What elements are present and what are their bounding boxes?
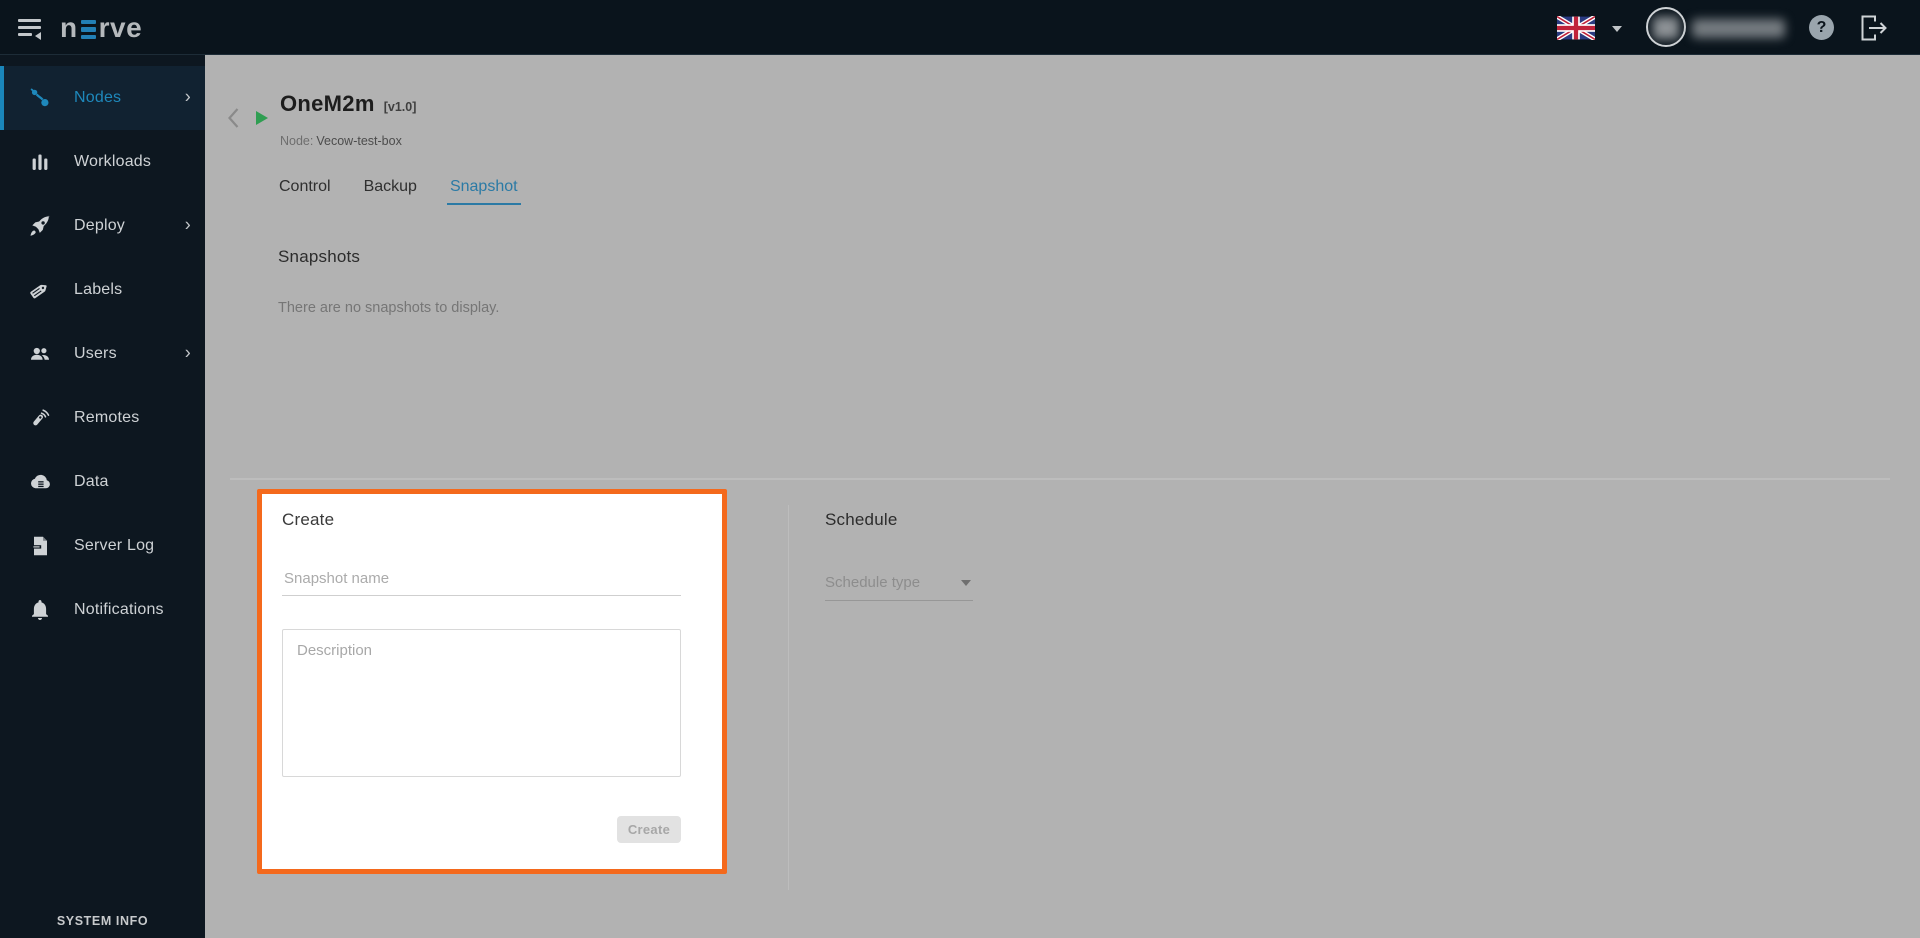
menu-toggle-icon[interactable]: [18, 19, 44, 37]
tab-snapshot[interactable]: Snapshot: [447, 178, 521, 205]
tab-bar: Control Backup Snapshot: [276, 178, 521, 205]
sidebar-item-label: Deploy: [74, 217, 125, 235]
sidebar-item-label: Data: [74, 473, 109, 491]
deploy-rocket-icon: [28, 214, 52, 238]
snapshots-heading: Snapshots: [278, 247, 360, 267]
sidebar-item-label: Users: [74, 345, 117, 363]
help-glyph: ?: [1817, 19, 1827, 37]
snapshot-name-input[interactable]: [282, 566, 681, 596]
node-label: Node:: [280, 134, 313, 148]
sidebar-item-label: Nodes: [74, 89, 121, 107]
sidebar-item-remotes[interactable]: Remotes: [0, 386, 205, 450]
create-snapshot-card: Create Create: [257, 489, 727, 874]
snapshot-description-textarea[interactable]: [282, 629, 681, 777]
brand-logo: n rve: [60, 0, 142, 55]
workload-running-play-icon: [256, 111, 268, 125]
brand-logo-rve: rve: [99, 12, 143, 44]
server-log-document-icon: [28, 534, 52, 558]
sidebar-item-workloads[interactable]: Workloads: [0, 130, 205, 194]
chevron-down-icon: [961, 580, 971, 586]
sidebar-item-label: Workloads: [74, 153, 151, 171]
back-chevron-icon[interactable]: [227, 107, 240, 129]
workloads-icon: [28, 150, 52, 174]
vertical-divider: [788, 505, 789, 890]
create-snapshot-button[interactable]: Create: [617, 816, 681, 843]
workload-node-line: Node:Vecow-test-box: [280, 134, 402, 148]
system-info-link[interactable]: SYSTEM INFO: [0, 914, 205, 928]
schedule-section: Schedule Schedule type: [825, 510, 973, 601]
sidebar-item-deploy[interactable]: Deploy ›: [0, 194, 205, 258]
sidebar-item-label: Remotes: [74, 409, 139, 427]
language-flag-uk-icon[interactable]: [1557, 16, 1595, 40]
topbar: n rve ?: [0, 0, 1920, 55]
remotes-icon: [28, 406, 52, 430]
sidebar-item-users[interactable]: Users ›: [0, 322, 205, 386]
create-button-row: Create: [282, 816, 681, 843]
snapshots-empty-message: There are no snapshots to display.: [278, 300, 499, 316]
sidebar: Nodes › Workloads: [0, 55, 205, 938]
user-avatar[interactable]: [1646, 7, 1686, 47]
tab-control[interactable]: Control: [276, 178, 334, 205]
tab-backup[interactable]: Backup: [361, 178, 420, 205]
workload-version: [v1.0]: [384, 100, 417, 114]
workload-title-row: OneM2m [v1.0]: [280, 91, 416, 117]
notifications-bell-icon: [28, 598, 52, 622]
avatar-initials-blurred: [1653, 17, 1679, 39]
workload-title: OneM2m: [280, 91, 375, 117]
schedule-type-select[interactable]: Schedule type: [825, 574, 973, 601]
schedule-type-placeholder: Schedule type: [825, 574, 920, 591]
labels-tag-icon: [28, 278, 52, 302]
brand-logo-e-bars-icon: [81, 20, 96, 40]
sidebar-item-notifications[interactable]: Notifications: [0, 578, 205, 642]
brand-logo-n: n: [60, 12, 78, 44]
submenu-chevron-icon: ›: [185, 215, 191, 236]
users-icon: [28, 342, 52, 366]
sidebar-item-label: Server Log: [74, 537, 154, 555]
sidebar-item-server-log[interactable]: Server Log: [0, 514, 205, 578]
help-icon[interactable]: ?: [1809, 15, 1834, 40]
app-window: n rve ?: [0, 0, 1920, 938]
sidebar-item-nodes[interactable]: Nodes ›: [0, 66, 205, 130]
sidebar-item-data[interactable]: Data: [0, 450, 205, 514]
submenu-chevron-icon: ›: [185, 87, 191, 108]
sidebar-item-label: Notifications: [74, 601, 164, 619]
horizontal-divider: [230, 478, 1890, 480]
language-dropdown-caret-icon[interactable]: [1612, 26, 1622, 32]
schedule-heading: Schedule: [825, 510, 973, 530]
sidebar-item-labels[interactable]: Labels: [0, 258, 205, 322]
sidebar-item-label: Labels: [74, 281, 122, 299]
nodes-icon: [28, 86, 52, 110]
user-name-blurred: [1692, 19, 1785, 38]
node-name: Vecow-test-box: [316, 134, 401, 148]
data-cloud-icon: [28, 470, 52, 494]
submenu-chevron-icon: ›: [185, 343, 191, 364]
create-card-title: Create: [282, 510, 722, 530]
main-content: OneM2m [v1.0] Node:Vecow-test-box Contro…: [205, 55, 1920, 938]
logout-icon[interactable]: [1858, 13, 1890, 43]
